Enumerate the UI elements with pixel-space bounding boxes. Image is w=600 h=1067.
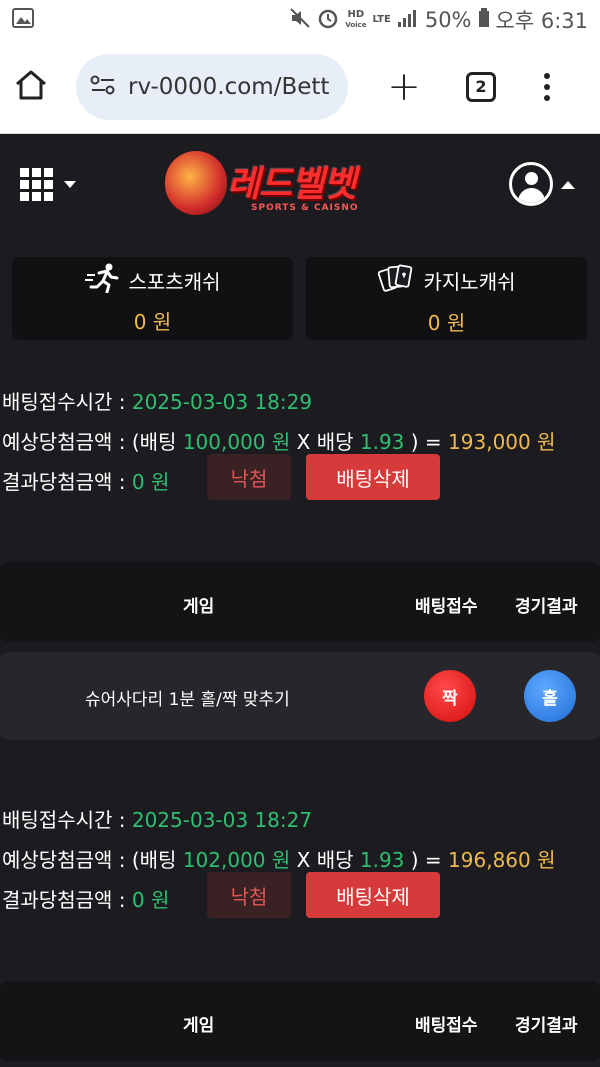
- result-amount-row: 결과당첨금액 : 0 원: [2, 470, 170, 494]
- battery-icon: [478, 7, 490, 33]
- column-game: 게임: [183, 597, 215, 617]
- bet-table-header: 게임 배팅접수 경기결과: [0, 981, 600, 1061]
- sports-cash-amount: 0 원: [133, 309, 172, 334]
- column-bet: 배팅접수: [415, 1016, 478, 1036]
- bet-time-value: 2025-03-03 18:27: [131, 808, 313, 832]
- logo-mascot-image: [165, 151, 227, 215]
- casino-cash-card: 카지노캐쉬 0 원: [306, 257, 587, 340]
- table-row: 슈어사다리 1분 홀/짝 맞추기 짝 홀: [0, 652, 600, 740]
- site-logo[interactable]: 레드벨벳 SPORTS & CAISNO: [165, 151, 370, 215]
- site-header: 레드벨벳 SPORTS & CAISNO: [0, 135, 600, 235]
- battery-percent: 50%: [424, 8, 472, 32]
- bet-time-row: 배팅접수시간 : 2025-03-03 18:27: [2, 808, 313, 832]
- alarm-icon: [317, 7, 339, 34]
- mute-icon: [289, 7, 311, 34]
- clock: 오후 6:31: [495, 9, 588, 33]
- address-bar[interactable]: rv-0000.com/Bett: [76, 53, 348, 120]
- bet-time-row: 배팅접수시간 : 2025-03-03 18:29: [2, 390, 313, 414]
- bet-table-header: 게임 배팅접수 경기결과: [0, 562, 600, 642]
- odds-value: 1.93: [359, 848, 405, 872]
- stake-value: 100,000 원: [182, 430, 291, 454]
- game-name: 슈어사다리 1분 홀/짝 맞추기: [85, 690, 290, 710]
- odds-value: 1.93: [359, 430, 405, 454]
- result-amount-row: 결과당첨금액 : 0 원: [2, 888, 170, 912]
- url-text: rv-0000.com/Bett: [128, 73, 330, 100]
- grid-menu-icon[interactable]: [20, 168, 53, 201]
- result-amount-value: 0 원: [131, 470, 170, 494]
- expected-payout-row: 예상당첨금액 : (배팅 100,000 원 X 배당 1.93 ) = 193…: [2, 430, 556, 454]
- home-icon[interactable]: [14, 69, 48, 105]
- gallery-notification-icon: [12, 8, 34, 32]
- column-game: 게임: [183, 1016, 215, 1036]
- signal-icon: [397, 8, 419, 33]
- bet-pick-ball: 짝: [424, 670, 476, 722]
- column-bet: 배팅접수: [415, 597, 478, 617]
- sports-cash-card: 스포츠캐쉬 0 원: [12, 257, 293, 340]
- payout-value: 193,000 원: [448, 430, 556, 454]
- column-result: 경기결과: [515, 597, 578, 617]
- logo-subtitle: SPORTS & CAISNO: [251, 203, 359, 213]
- hd-voice-indicator: HD Voice: [345, 9, 367, 30]
- running-icon: [84, 263, 119, 298]
- playing-cards-icon: [377, 262, 414, 299]
- casino-cash-amount: 0 원: [427, 310, 466, 335]
- stake-value: 102,000 원: [182, 848, 291, 872]
- sports-cash-label: 스포츠캐쉬: [128, 269, 221, 294]
- bet-time-value: 2025-03-03 18:29: [131, 390, 313, 414]
- payout-value: 196,860 원: [448, 848, 556, 872]
- lost-status-badge: 낙첨: [207, 872, 291, 918]
- lte-indicator: LTE: [372, 14, 391, 25]
- lost-status-badge: 낙첨: [207, 454, 291, 500]
- delete-bet-button[interactable]: 배팅삭제: [306, 872, 440, 918]
- site-settings-icon[interactable]: [90, 74, 116, 100]
- column-result: 경기결과: [515, 1016, 578, 1036]
- chevron-down-icon[interactable]: [64, 181, 76, 188]
- browser-toolbar: rv-0000.com/Bett + 2: [0, 40, 600, 134]
- user-account-icon[interactable]: [509, 162, 553, 206]
- logo-text: 레드벨벳: [227, 164, 356, 205]
- chevron-up-icon[interactable]: [561, 181, 575, 189]
- expected-payout-row: 예상당첨금액 : (배팅 102,000 원 X 배당 1.93 ) = 196…: [2, 848, 556, 872]
- casino-cash-label: 카지노캐쉬: [423, 269, 516, 294]
- browser-menu-icon[interactable]: [544, 72, 550, 101]
- delete-bet-button[interactable]: 배팅삭제: [306, 454, 440, 500]
- game-result-ball: 홀: [524, 670, 576, 722]
- tab-switcher-button[interactable]: 2: [466, 71, 496, 102]
- new-tab-button[interactable]: +: [384, 64, 424, 110]
- status-bar: HD Voice LTE 50% 오후 6:31: [0, 0, 600, 40]
- result-amount-value: 0 원: [131, 888, 170, 912]
